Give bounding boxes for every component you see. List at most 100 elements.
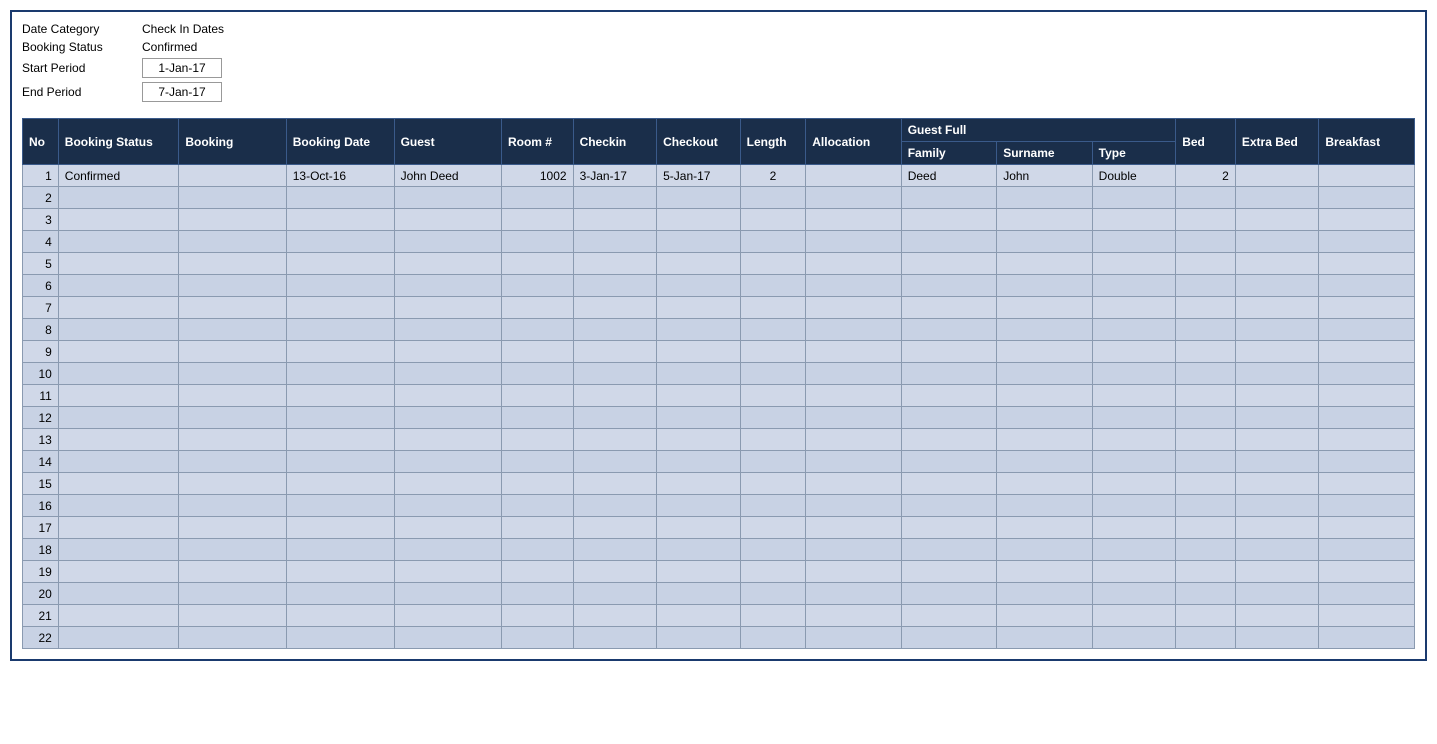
table-cell (501, 495, 573, 517)
table-row: 9 (23, 341, 1415, 363)
table-cell (997, 605, 1092, 627)
table-cell (394, 605, 501, 627)
table-cell (1092, 231, 1176, 253)
table-cell (997, 275, 1092, 297)
table-cell (901, 407, 996, 429)
col-breakfast: Breakfast (1319, 119, 1415, 165)
table-cell (806, 539, 901, 561)
end-period-input[interactable]: 7-Jan-17 (142, 82, 222, 102)
table-cell (1176, 407, 1236, 429)
table-cell (394, 583, 501, 605)
table-cell (501, 407, 573, 429)
table-cell (740, 561, 806, 583)
table-cell (1235, 561, 1319, 583)
table-cell (1092, 539, 1176, 561)
table-cell (997, 627, 1092, 649)
table-cell (1092, 583, 1176, 605)
table-cell (286, 319, 394, 341)
table-cell (179, 187, 286, 209)
table-cell (1235, 209, 1319, 231)
table-cell (501, 253, 573, 275)
table-cell (1176, 451, 1236, 473)
table-cell (657, 583, 741, 605)
table-cell (1319, 407, 1415, 429)
table-cell (997, 451, 1092, 473)
col-checkout: Checkout (657, 119, 741, 165)
table-cell (901, 429, 996, 451)
table-cell (573, 253, 657, 275)
table-cell (1235, 297, 1319, 319)
table-cell (394, 297, 501, 319)
table-cell (657, 429, 741, 451)
table-cell (901, 605, 996, 627)
start-period-input[interactable]: 1-Jan-17 (142, 58, 222, 78)
table-cell (1092, 517, 1176, 539)
end-period-row: End Period 7-Jan-17 (22, 82, 1415, 102)
table-row: 10 (23, 363, 1415, 385)
table-cell: Confirmed (58, 165, 179, 187)
table-cell (394, 407, 501, 429)
table-cell (740, 297, 806, 319)
table-cell: 14 (23, 451, 59, 473)
table-cell: 15 (23, 473, 59, 495)
table-cell (501, 583, 573, 605)
table-cell (58, 583, 179, 605)
table-cell (286, 253, 394, 275)
filter-section: Date Category Check In Dates Booking Sta… (22, 22, 1415, 102)
table-cell (394, 319, 501, 341)
table-cell (501, 319, 573, 341)
table-cell (997, 209, 1092, 231)
table-cell (806, 605, 901, 627)
col-room: Room # (501, 119, 573, 165)
table-cell (806, 319, 901, 341)
table-cell (58, 605, 179, 627)
table-cell (657, 297, 741, 319)
table-cell (1235, 539, 1319, 561)
table-cell (573, 363, 657, 385)
table-cell (179, 451, 286, 473)
table-cell (179, 473, 286, 495)
table-cell (58, 187, 179, 209)
table-cell (179, 275, 286, 297)
table-cell (501, 187, 573, 209)
table-cell (58, 407, 179, 429)
table-cell (573, 385, 657, 407)
bookings-table: No Booking Status Booking Booking Date G… (22, 118, 1415, 649)
table-cell (901, 253, 996, 275)
table-row: 15 (23, 473, 1415, 495)
table-cell (1176, 231, 1236, 253)
table-cell (1092, 275, 1176, 297)
main-container: Date Category Check In Dates Booking Sta… (10, 10, 1427, 661)
table-cell (573, 231, 657, 253)
table-row: 22 (23, 627, 1415, 649)
table-cell (394, 187, 501, 209)
table-row: 21 (23, 605, 1415, 627)
table-cell (58, 429, 179, 451)
table-cell (573, 275, 657, 297)
table-cell (1092, 473, 1176, 495)
table-cell (58, 627, 179, 649)
col-guest-full: Guest Full (901, 119, 1175, 142)
table-cell (286, 561, 394, 583)
table-cell (1319, 385, 1415, 407)
table-cell (1235, 605, 1319, 627)
table-cell (806, 583, 901, 605)
table-cell (179, 561, 286, 583)
table-cell (997, 231, 1092, 253)
table-cell (1235, 517, 1319, 539)
col-length: Length (740, 119, 806, 165)
table-cell (179, 319, 286, 341)
table-cell (997, 561, 1092, 583)
table-cell (573, 429, 657, 451)
table-wrapper: No Booking Status Booking Booking Date G… (22, 118, 1415, 649)
table-cell (573, 451, 657, 473)
table-cell (740, 517, 806, 539)
table-cell (286, 605, 394, 627)
date-category-label: Date Category (22, 22, 142, 36)
table-cell (286, 275, 394, 297)
table-cell (394, 473, 501, 495)
table-cell (901, 561, 996, 583)
end-period-label: End Period (22, 85, 142, 99)
table-cell (1092, 363, 1176, 385)
table-cell (901, 539, 996, 561)
